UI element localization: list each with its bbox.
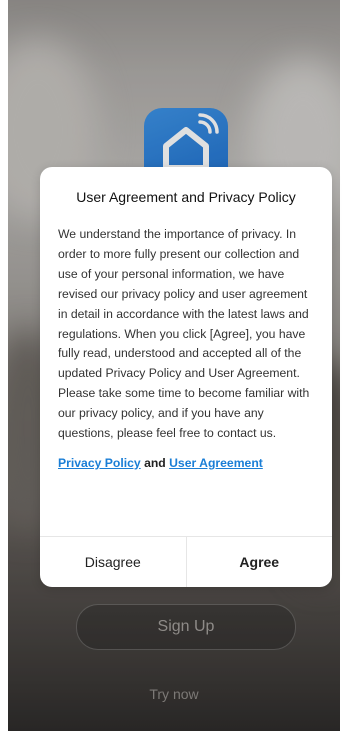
privacy-policy-link[interactable]: Privacy Policy: [58, 456, 141, 470]
dialog-message: We understand the importance of privacy.…: [58, 227, 310, 441]
sign-up-button[interactable]: Sign Up: [76, 604, 296, 650]
dialog-actions: Disagree Agree: [40, 536, 332, 587]
privacy-agreement-dialog: User Agreement and Privacy Policy We und…: [40, 167, 332, 587]
disagree-button[interactable]: Disagree: [40, 537, 186, 587]
dialog-title: User Agreement and Privacy Policy: [76, 189, 296, 205]
try-now-link[interactable]: Try now: [8, 686, 340, 702]
policy-links: Privacy Policy and User Agreement: [58, 456, 332, 470]
user-agreement-link[interactable]: User Agreement: [169, 456, 263, 470]
agree-button[interactable]: Agree: [185, 537, 333, 587]
links-conjunction: and: [144, 455, 166, 470]
